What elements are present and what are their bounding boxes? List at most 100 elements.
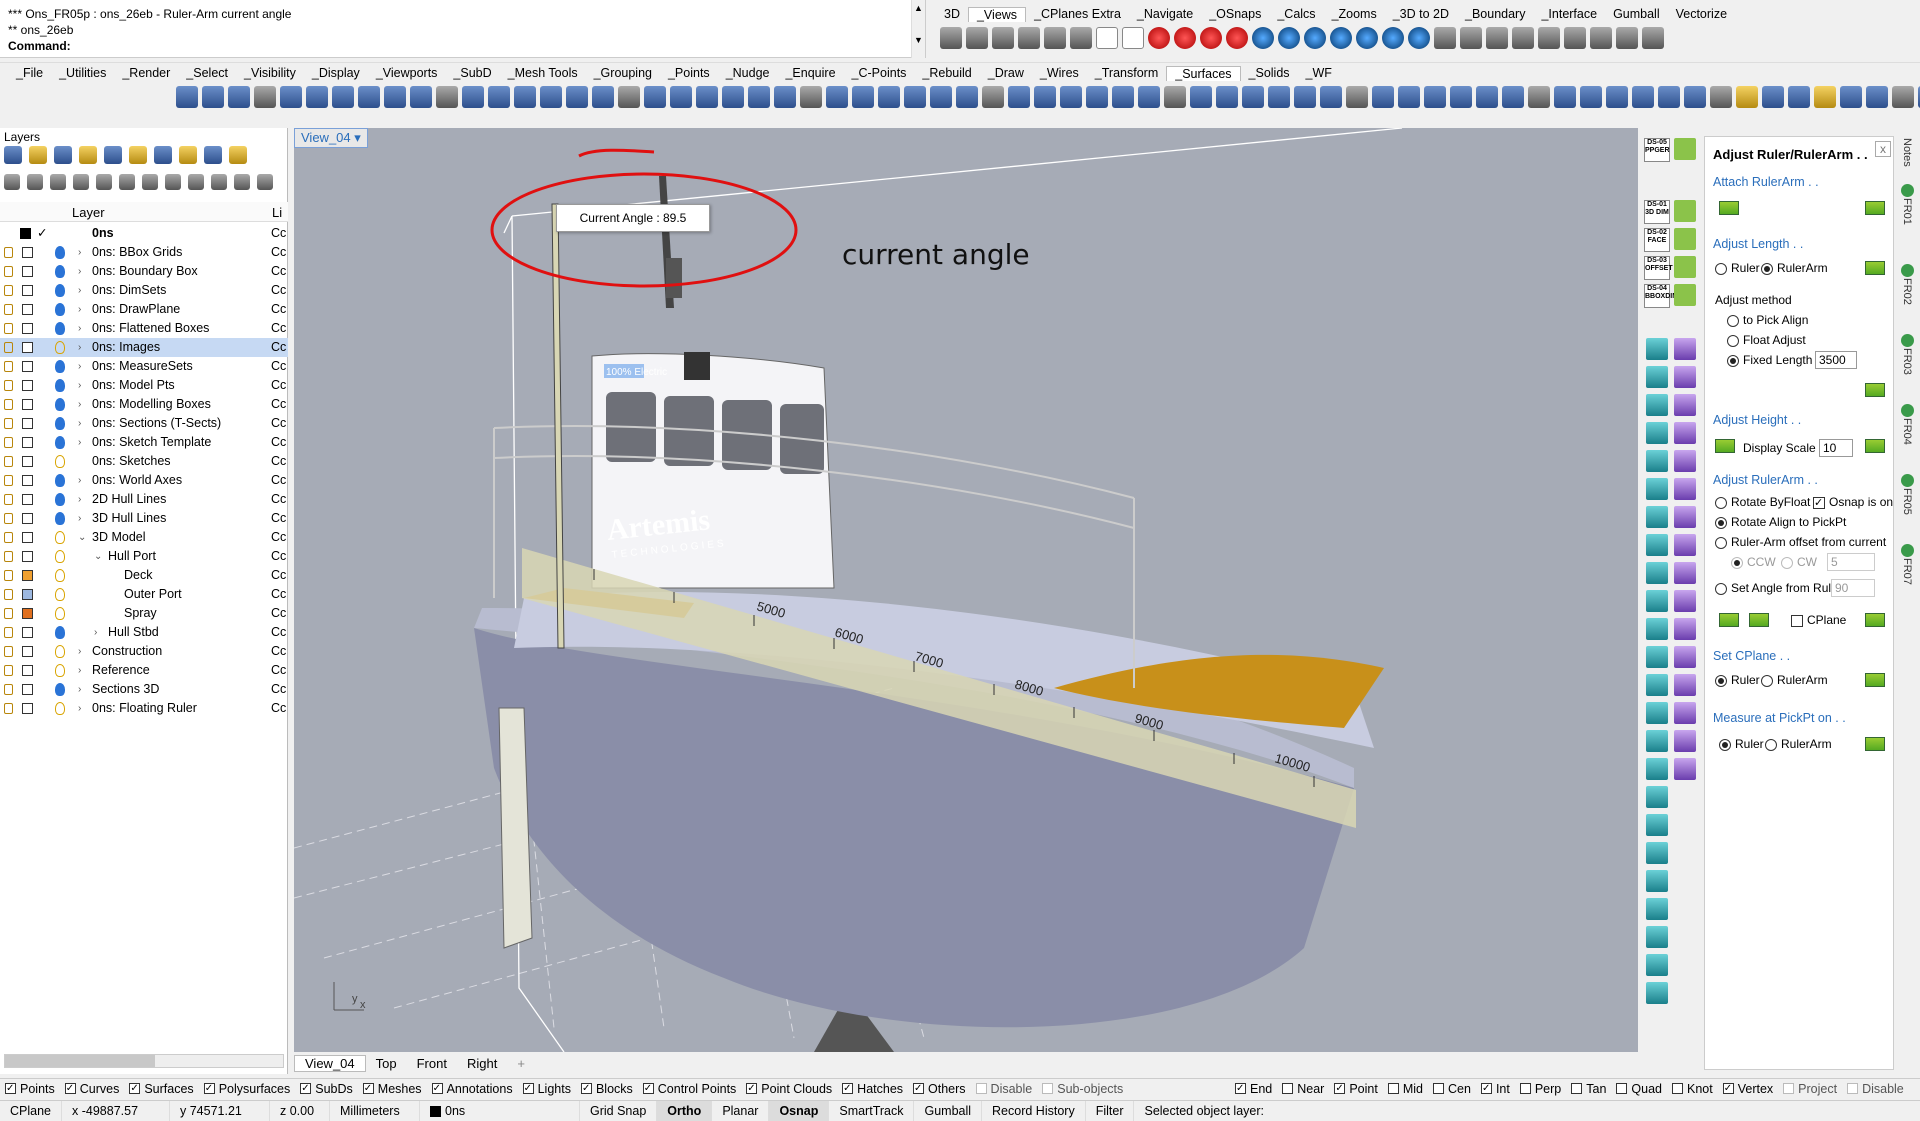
toolbar-tool-icon[interactable] [1320,86,1342,108]
top-tab[interactable]: _3D to 2D [1385,7,1457,21]
layer-name[interactable]: 0ns: Model Pts [92,376,175,395]
side-tool-icon[interactable] [1646,646,1668,668]
lock-icon[interactable] [4,608,13,619]
layer-tool-icon[interactable] [4,146,22,164]
layer-color-swatch[interactable] [22,627,33,638]
layer-name[interactable]: 3D Hull Lines [92,509,166,528]
layer-color-swatch[interactable] [22,665,33,676]
top-tab[interactable]: _Calcs [1269,7,1323,21]
toolbar-tool-icon[interactable] [1070,27,1092,49]
visibility-bulb-icon[interactable] [55,360,65,373]
side-tool-icon[interactable] [1674,646,1696,668]
toolbar-tool-icon[interactable] [1018,27,1040,49]
side-tool-icon[interactable] [1674,534,1696,556]
layer-color-swatch[interactable] [22,475,33,486]
lock-icon[interactable] [4,399,13,410]
toolbar-tool-icon[interactable] [1034,86,1056,108]
toolbar-tool-icon[interactable] [1866,86,1888,108]
osnap-checkbox[interactable] [64,1083,76,1094]
lock-icon[interactable] [4,665,13,676]
layer-row[interactable]: › Sections 3D Cc [0,680,288,699]
toolbar-tool-icon[interactable] [1616,27,1638,49]
layer-row[interactable]: › Reference Cc [0,661,288,680]
side-tool-icon[interactable] [1646,870,1668,892]
layer-color-swatch[interactable] [22,456,33,467]
side-tool-icon[interactable] [1674,758,1696,780]
length-ruler-radio[interactable] [1715,262,1727,275]
layer-color-swatch[interactable] [22,494,33,505]
layer-row[interactable]: 0ns: Sketches Cc [0,452,288,471]
height-icon[interactable] [1715,439,1735,453]
adjust-height-heading[interactable]: Adjust Height . . [1713,413,1801,427]
layer-row[interactable]: ⌄ 3D Model Cc [0,528,288,547]
layer-color-swatch[interactable] [22,684,33,695]
osnap-checkbox[interactable] [1433,1083,1444,1094]
layer-name[interactable]: 0ns: DrawPlane [92,300,180,319]
main-tab[interactable]: _Enquire [777,66,843,80]
offset-value-input[interactable]: 5 [1827,553,1875,571]
side-tool-icon[interactable] [1646,534,1668,556]
side-tool-icon[interactable] [1674,730,1696,752]
layer-material[interactable]: Cc [271,699,286,718]
toolbar-tool-icon[interactable] [540,86,562,108]
layer-material[interactable]: Cc [271,547,286,566]
toolbar-tool-icon[interactable] [956,86,978,108]
layer-row[interactable]: › 0ns: BBox Grids Cc [0,243,288,262]
lock-icon[interactable] [4,247,13,258]
layer-row[interactable]: › 0ns: DimSets Cc [0,281,288,300]
toolbar-tool-icon[interactable] [800,86,822,108]
toolbar-tool-icon[interactable] [1606,86,1628,108]
layer-tool-icon[interactable] [229,146,247,164]
top-tab[interactable]: _CPlanes Extra [1026,7,1129,21]
layer-material[interactable]: Cc [271,414,286,433]
layer-row[interactable]: › 0ns: Boundary Box Cc [0,262,288,281]
visibility-bulb-icon[interactable] [55,341,65,354]
osnap-checkbox[interactable] [300,1083,312,1094]
layer-material[interactable]: Cc [271,376,286,395]
toolbar-tool-icon[interactable] [1658,86,1680,108]
visibility-bulb-icon[interactable] [55,569,65,582]
toolbar-tool-icon[interactable] [1408,27,1430,49]
toolbar-tool-icon[interactable] [722,86,744,108]
main-tab[interactable]: _SubD [445,66,499,80]
layer-name[interactable]: 0ns: Modelling Boxes [92,395,211,414]
layer-color-swatch[interactable] [22,608,33,619]
osnap-option[interactable]: Polysurfaces [203,1082,290,1096]
toolbar-tool-icon[interactable] [1226,27,1248,49]
layer-color-swatch[interactable] [22,361,33,372]
main-tab[interactable]: _Visibility [236,66,304,80]
set-cplane-heading[interactable]: Set CPlane . . [1713,649,1790,663]
side-tool-icon[interactable] [1646,842,1668,864]
toolbar-tool-icon[interactable] [1216,86,1238,108]
detach-ruler-icon[interactable] [1865,201,1885,215]
toolbar-tool-icon[interactable] [878,86,900,108]
cw-radio[interactable] [1781,556,1793,569]
layer-name[interactable]: 0ns: Floating Ruler [92,699,197,718]
toolbar-tool-icon[interactable] [1450,86,1472,108]
layer-name[interactable]: 0ns: Images [92,338,160,357]
main-tab[interactable]: _Nudge [718,66,778,80]
lock-icon[interactable] [4,456,13,467]
visibility-bulb-icon[interactable] [55,474,65,487]
lock-icon[interactable] [4,266,13,277]
toolbar-tool-icon[interactable] [1434,27,1456,49]
osnap-option[interactable]: Sub-objects [1042,1082,1123,1096]
layer-material[interactable]: Cc [271,452,286,471]
toolbar-tool-icon[interactable] [436,86,458,108]
offset-from-current-radio[interactable] [1715,536,1727,549]
osnap-checkbox[interactable] [431,1083,443,1094]
expand-chevron-icon[interactable]: › [78,357,81,376]
lock-icon[interactable] [4,437,13,448]
visibility-bulb-icon[interactable] [55,607,65,620]
osnap-option[interactable]: Quad [1616,1082,1662,1096]
toolbar-tool-icon[interactable] [488,86,510,108]
layer-name[interactable]: Deck [124,566,152,585]
viewport-view04[interactable]: View_04 ▾ 100% Electric Artemis TECHNOLO… [294,128,1638,1052]
expand-chevron-icon[interactable]: › [78,319,81,338]
osnap-option[interactable]: Int [1480,1082,1510,1096]
toolbar-tool-icon[interactable] [670,86,692,108]
visibility-bulb-icon[interactable] [55,398,65,411]
toolbar-tool-icon[interactable] [410,86,432,108]
toolbar-tool-icon[interactable] [1112,86,1134,108]
osnap-option[interactable]: Lights [522,1082,571,1096]
